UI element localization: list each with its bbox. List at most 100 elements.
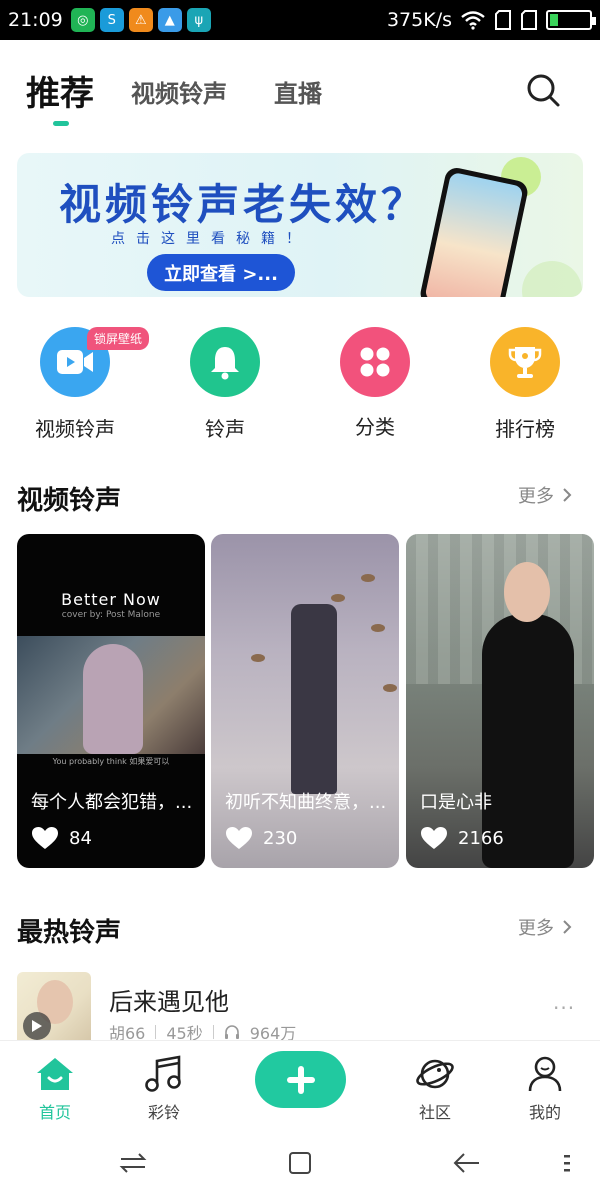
like-count: 84	[69, 827, 92, 849]
grid-icon	[340, 327, 410, 397]
video-title: 口是心非	[420, 792, 492, 813]
quick-entry-row: 锁屏壁纸 视频铃声 铃声 分类 排行榜	[0, 327, 600, 447]
heart-icon	[226, 827, 252, 849]
video-likes: 2166	[420, 826, 504, 850]
decor-bubble	[522, 261, 582, 297]
video-likes: 230	[225, 826, 297, 850]
video-more-link[interactable]: 更多	[518, 482, 572, 508]
ringtone-name: 后来遇见他	[109, 988, 229, 1016]
home-icon	[10, 1055, 100, 1093]
decor-leaf	[383, 684, 397, 692]
decor-leaf	[331, 594, 345, 602]
battery-level	[550, 14, 558, 26]
nav-label: 首页	[38, 1103, 71, 1122]
chevron-right-icon	[563, 920, 572, 934]
tab-recommend[interactable]: 推荐	[26, 66, 94, 115]
video-card[interactable]: 口是心非 2166	[406, 534, 594, 868]
switch-apps-button[interactable]	[118, 1148, 148, 1178]
bell-icon	[190, 327, 260, 397]
nav-color-ring[interactable]: 彩铃	[119, 1055, 209, 1123]
wifi-icon	[461, 11, 485, 30]
entry-ranking[interactable]: 排行榜	[465, 327, 585, 442]
tab-live[interactable]: 直播	[274, 74, 322, 109]
banner-view-button[interactable]: 立即查看 >...	[147, 254, 295, 291]
tab-indicator	[53, 121, 69, 126]
nav-community[interactable]: 社区	[390, 1055, 480, 1123]
status-bar: 21:09 ◎ S ⚠ ▲ ψ 375K/s	[0, 0, 600, 40]
back-button[interactable]	[452, 1148, 482, 1178]
play-button[interactable]	[23, 1012, 51, 1040]
video-card[interactable]: Better Now cover by: Post Malone You pro…	[17, 534, 205, 868]
heart-icon	[32, 827, 58, 849]
banner-subtitle: 点击这里看秘籍！	[111, 231, 311, 247]
nav-label: 社区	[418, 1103, 451, 1122]
square-icon	[289, 1152, 311, 1174]
promo-banner[interactable]: 视频铃声老失效？ 点击这里看秘籍！ 立即查看 >...	[17, 153, 583, 297]
planet-icon	[390, 1055, 480, 1093]
video-thumbnail-person	[83, 644, 143, 754]
entry-label: 分类	[355, 415, 395, 439]
add-button[interactable]	[255, 1051, 346, 1108]
entry-ringtone[interactable]: 铃声	[165, 327, 285, 442]
switch-icon	[119, 1153, 147, 1173]
heart-icon	[421, 827, 447, 849]
net-speed: 375K/s	[386, 9, 452, 31]
more-label: 更多	[518, 918, 554, 939]
video-title: 初听不知曲终意，...	[225, 792, 387, 813]
music-note-icon	[119, 1055, 209, 1093]
wechat-icon: ◎	[70, 8, 95, 32]
top-tab-bar: 推荐 视频铃声 直播	[0, 40, 600, 140]
like-count: 2166	[458, 827, 504, 849]
tab-video-ringtone[interactable]: 视频铃声	[131, 74, 227, 109]
video-thumbnail	[291, 604, 337, 794]
more-options-button[interactable]: ···	[553, 996, 575, 1020]
decor-leaf	[251, 654, 265, 662]
entry-label: 铃声	[205, 417, 245, 441]
home-system-button[interactable]	[285, 1148, 315, 1178]
search-icon	[527, 74, 560, 107]
search-button[interactable]	[523, 70, 563, 110]
nav-label: 我的	[528, 1103, 561, 1122]
sim1-icon	[495, 10, 511, 30]
nav-home[interactable]: 首页	[10, 1055, 100, 1123]
play-icon	[32, 1020, 42, 1032]
system-nav-bar	[0, 1124, 600, 1200]
entry-video-ringtone[interactable]: 锁屏壁纸 视频铃声	[15, 327, 150, 442]
trophy-icon	[490, 327, 560, 397]
nav-label: 彩铃	[147, 1103, 180, 1122]
banner-phone-image	[418, 165, 530, 297]
map-icon: ▲	[157, 8, 182, 32]
usb-icon: ψ	[186, 8, 211, 32]
sim2-icon	[521, 10, 537, 30]
headphones-icon	[224, 1025, 239, 1039]
video-likes: 84	[31, 826, 92, 850]
like-count: 230	[263, 827, 298, 849]
entry-label: 排行榜	[495, 417, 555, 441]
app-icon: S	[99, 8, 124, 32]
chevron-right-icon	[563, 488, 572, 502]
ringtone-list-item[interactable]: 后来遇见他 胡66 45秒 964万 ···	[17, 972, 583, 1046]
more-label: 更多	[518, 486, 554, 507]
back-arrow-icon	[453, 1153, 479, 1173]
decor-leaf	[361, 574, 375, 582]
video-caption: You probably think 如果爱可以	[52, 757, 170, 766]
nav-profile[interactable]: 我的	[500, 1055, 590, 1123]
video-overlay-subtitle: cover by: Post Malone	[61, 610, 161, 620]
bottom-nav: 首页 彩铃 社区 我的	[0, 1040, 600, 1124]
video-card[interactable]: 初听不知曲终意，... 230	[211, 534, 399, 868]
banner-title: 视频铃声老失效？	[59, 180, 428, 229]
entry-category[interactable]: 分类	[315, 327, 435, 440]
menu-icon	[564, 1155, 570, 1172]
video-title: 每个人都会犯错，...	[31, 792, 193, 813]
user-icon	[500, 1055, 590, 1093]
lock-wallpaper-badge: 锁屏壁纸	[87, 327, 150, 350]
section-title-video: 视频铃声	[17, 486, 122, 516]
warning-icon: ⚠	[128, 8, 153, 32]
hot-more-link[interactable]: 更多	[518, 914, 572, 940]
status-time: 21:09	[8, 9, 63, 31]
video-overlay-title: Better Now	[61, 590, 161, 609]
entry-label: 视频铃声	[35, 417, 115, 441]
menu-button[interactable]	[552, 1148, 582, 1178]
ringtone-cover	[17, 972, 91, 1046]
video-thumbnail-face	[504, 562, 550, 622]
